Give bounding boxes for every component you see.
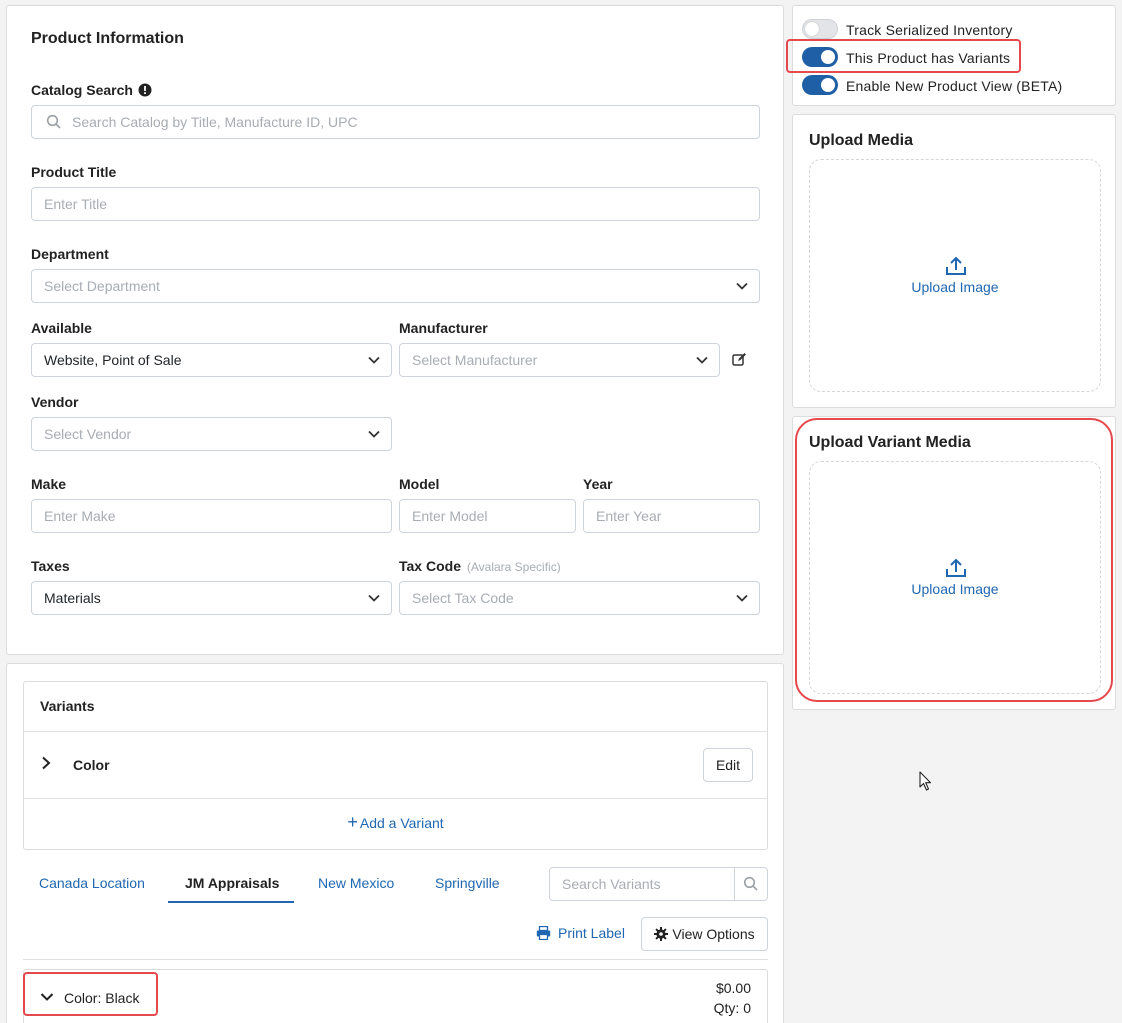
upload-media-panel: Upload Media Upload Image (792, 114, 1116, 408)
printer-icon (536, 926, 551, 940)
tab-canada-location[interactable]: Canada Location (39, 875, 145, 891)
taxes-select[interactable]: Materials (31, 581, 392, 615)
view-options-button[interactable]: View Options (641, 917, 768, 951)
track-serialized-inventory-toggle[interactable] (802, 19, 838, 39)
tax-code-note: (Avalara Specific) (466, 560, 561, 574)
available-label: Available (31, 320, 92, 336)
plus-icon: + (347, 812, 358, 832)
edit-variant-button[interactable]: Edit (703, 748, 753, 782)
cursor-icon (919, 771, 932, 791)
search-icon (743, 876, 758, 891)
chevron-down-icon (696, 356, 708, 364)
vendor-select[interactable]: Select Vendor (31, 417, 392, 451)
upload-variant-image-link[interactable]: Upload Image (895, 581, 1015, 597)
search-variants-placeholder: Search Variants (562, 876, 661, 892)
variant-row-price: $0.00 (715, 980, 751, 996)
variants-header: Variants (40, 698, 95, 714)
upload-variant-media-panel: Upload Variant Media Upload Image (792, 416, 1116, 710)
track-serialized-inventory-label: Track Serialized Inventory (846, 22, 1013, 38)
upload-media-title: Upload Media (809, 132, 914, 149)
product-information-panel: Product Information Catalog Search Searc… (6, 5, 784, 655)
chevron-down-icon (736, 594, 748, 602)
upload-icon (946, 558, 966, 577)
variant-row-qty: Qty: 0 (713, 1000, 751, 1016)
available-select[interactable]: Website, Point of Sale (31, 343, 392, 377)
tab-springville[interactable]: Springville (435, 875, 500, 891)
department-label: Department (31, 246, 109, 262)
variants-panel: Variants Color Edit + Add a Variant Canad… (6, 663, 784, 1023)
taxes-label: Taxes (31, 558, 70, 574)
catalog-search-input[interactable]: Search Catalog by Title, Manufacture ID,… (31, 105, 760, 139)
manufacturer-label: Manufacturer (399, 320, 488, 336)
taxes-value: Materials (44, 590, 101, 606)
tax-code-placeholder: Select Tax Code (412, 590, 514, 606)
variant-item-color[interactable]: Color Edit (24, 732, 767, 798)
search-variants-input[interactable]: Search Variants (549, 867, 735, 901)
settings-panel: Track Serialized Inventory This Product … (792, 5, 1116, 106)
catalog-search-placeholder: Search Catalog by Title, Manufacture ID,… (72, 114, 358, 130)
search-icon (46, 114, 61, 129)
model-input[interactable]: Enter Model (399, 499, 576, 533)
make-input[interactable]: Enter Make (31, 499, 392, 533)
manufacturer-placeholder: Select Manufacturer (412, 352, 538, 368)
year-input[interactable]: Enter Year (583, 499, 760, 533)
department-placeholder: Select Department (44, 278, 160, 294)
year-label: Year (583, 476, 613, 492)
manufacturer-select[interactable]: Select Manufacturer (399, 343, 720, 377)
product-has-variants-label: This Product has Variants (846, 50, 1011, 66)
product-information-title: Product Information (31, 30, 184, 47)
variant-row[interactable]: Color: Black $0.00 Qty: 0 (23, 969, 768, 1023)
year-placeholder: Enter Year (596, 508, 662, 524)
edit-manufacturer-icon[interactable] (732, 352, 747, 367)
variant-item-label: Color (73, 757, 110, 773)
search-variants-button[interactable] (734, 867, 768, 901)
product-has-variants-toggle[interactable] (802, 47, 838, 67)
upload-variant-media-title: Upload Variant Media (809, 434, 971, 451)
upload-image-link[interactable]: Upload Image (895, 279, 1015, 295)
available-value: Website, Point of Sale (44, 352, 182, 368)
divider (24, 798, 767, 799)
upload-icon (946, 256, 966, 275)
catalog-search-label: Catalog Search (31, 82, 152, 98)
info-icon[interactable] (138, 83, 152, 97)
model-label: Model (399, 476, 440, 492)
department-select[interactable]: Select Department (31, 269, 760, 303)
enable-new-product-view-label: Enable New Product View (BETA) (846, 78, 1063, 94)
product-title-placeholder: Enter Title (44, 196, 108, 212)
product-title-label: Product Title (31, 164, 117, 180)
chevron-down-icon (736, 282, 748, 290)
vendor-placeholder: Select Vendor (44, 426, 132, 442)
tab-new-mexico[interactable]: New Mexico (318, 875, 394, 891)
chevron-right-icon[interactable] (40, 756, 52, 770)
make-placeholder: Enter Make (44, 508, 116, 524)
enable-new-product-view-toggle[interactable] (802, 75, 838, 95)
print-label-link[interactable]: Print Label (536, 925, 625, 941)
active-tab-indicator (168, 901, 294, 903)
variants-card: Variants Color Edit + Add a Variant (23, 681, 768, 850)
make-label: Make (31, 476, 67, 492)
chevron-down-icon (368, 594, 380, 602)
tax-code-select[interactable]: Select Tax Code (399, 581, 760, 615)
tax-code-label: Tax Code (Avalara Specific) (399, 558, 561, 574)
gear-icon (654, 927, 669, 941)
model-placeholder: Enter Model (412, 508, 488, 524)
variant-row-label: Color: Black (64, 990, 140, 1006)
chevron-down-icon[interactable] (40, 992, 54, 1002)
chevron-down-icon (368, 356, 380, 364)
vendor-label: Vendor (31, 394, 79, 410)
chevron-down-icon (368, 430, 380, 438)
product-title-input[interactable]: Enter Title (31, 187, 760, 221)
divider (23, 959, 768, 960)
add-variant-link[interactable]: + Add a Variant (24, 812, 767, 832)
tab-jm-appraisals[interactable]: JM Appraisals (185, 875, 279, 891)
